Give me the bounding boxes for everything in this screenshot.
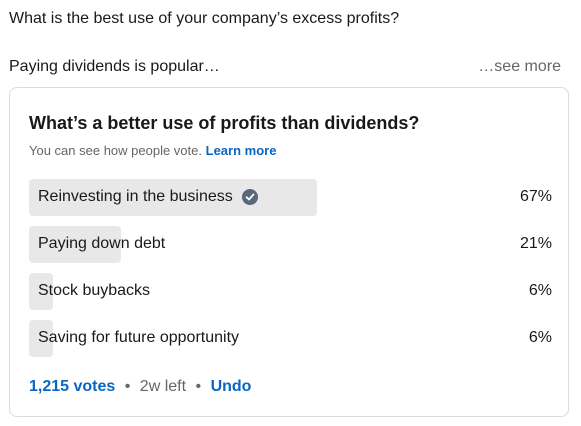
poll-options: Reinvesting in the business 67% Paying d… xyxy=(29,179,552,367)
post-teaser: Paying dividends is popular… xyxy=(9,58,220,75)
poll-option-text: Reinvesting in the business xyxy=(38,188,233,205)
poll-option-saving[interactable]: Saving for future opportunity 6% xyxy=(29,320,552,357)
poll-option-buybacks[interactable]: Stock buybacks 6% xyxy=(29,273,552,310)
poll-footer: 1,215 votes • 2w left • Undo xyxy=(29,378,251,396)
poll-subtitle-text: You can see how people vote. xyxy=(29,143,202,158)
poll-option-debt[interactable]: Paying down debt 21% xyxy=(29,226,552,263)
bullet-separator: • xyxy=(195,378,202,395)
post-teaser-row: Paying dividends is popular… …see more xyxy=(9,58,561,76)
poll-option-percent: 6% xyxy=(528,329,552,346)
see-more-link[interactable]: …see more xyxy=(478,58,561,76)
undo-vote-button[interactable]: Undo xyxy=(211,378,252,395)
post-question: What is the best use of your company’s e… xyxy=(9,10,400,27)
poll-option-label: Saving for future opportunity xyxy=(38,329,239,347)
voted-check-icon xyxy=(241,189,258,205)
poll-option-text: Paying down debt xyxy=(38,235,166,252)
poll-title: What’s a better use of profits than divi… xyxy=(29,113,420,133)
poll-option-percent: 21% xyxy=(519,235,552,252)
time-left: 2w left xyxy=(139,378,187,395)
poll-option-percent: 6% xyxy=(528,282,552,299)
poll-subtitle: You can see how people vote. Learn more xyxy=(29,143,276,158)
poll-option-label: Paying down debt xyxy=(38,235,165,253)
learn-more-link[interactable]: Learn more xyxy=(206,143,277,158)
poll-option-text: Saving for future opportunity xyxy=(38,329,240,346)
poll-option-label: Stock buybacks xyxy=(38,282,150,300)
poll-option-text: Stock buybacks xyxy=(38,282,151,299)
poll-option-reinvesting[interactable]: Reinvesting in the business 67% xyxy=(29,179,552,216)
poll-option-label: Reinvesting in the business xyxy=(38,188,258,206)
bullet-separator: • xyxy=(124,378,131,395)
poll-card: What’s a better use of profits than divi… xyxy=(9,87,569,417)
vote-count-link[interactable]: 1,215 votes xyxy=(29,378,115,395)
poll-option-percent: 67% xyxy=(519,188,552,205)
